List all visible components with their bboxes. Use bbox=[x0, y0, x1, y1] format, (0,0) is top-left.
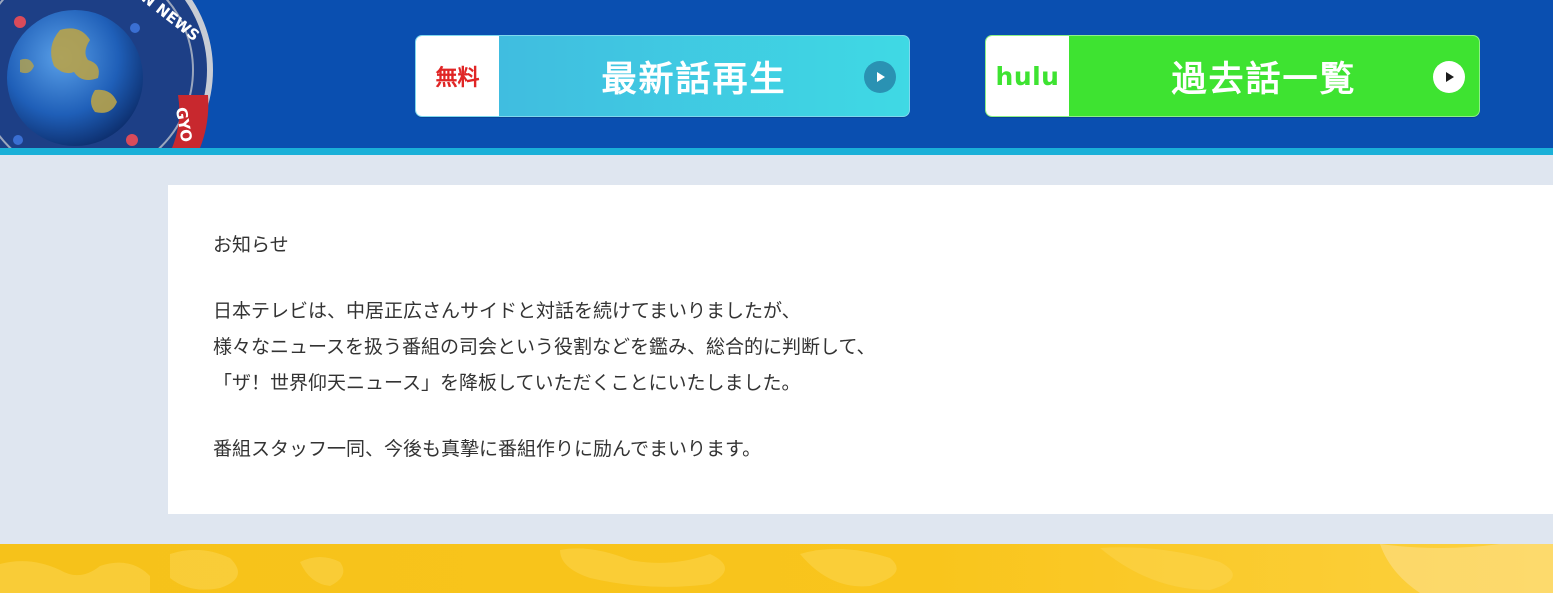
play-icon bbox=[864, 61, 896, 93]
footer-band bbox=[0, 544, 1553, 593]
notice-line: 日本テレビは、中居正広さんサイドと対話を続けてまいりましたが、 bbox=[213, 300, 801, 322]
program-logo[interactable]: N NEWS GYO bbox=[0, 0, 215, 148]
latest-episode-button[interactable]: 無料 最新話再生 bbox=[415, 35, 910, 117]
notice-line: 様々なニュースを扱う番組の司会という役割などを鑑み、総合的に判断して、 bbox=[213, 336, 876, 358]
past-episodes-button[interactable]: hulu 過去話一覧 bbox=[985, 35, 1480, 117]
globe-logo-icon: N NEWS GYO bbox=[0, 0, 213, 148]
hulu-logo: hulu bbox=[986, 36, 1069, 116]
notice-panel: お知らせ 日本テレビは、中居正広さんサイドと対話を続けてまいりましたが、 様々な… bbox=[168, 185, 1553, 514]
past-episodes-label: 過去話一覧 bbox=[1171, 59, 1357, 100]
header-divider bbox=[0, 148, 1553, 155]
notice-heading: お知らせ bbox=[213, 234, 289, 256]
world-map-decoration bbox=[0, 544, 1553, 593]
site-header: N NEWS GYO 無料 最新話再生 hulu 過去話一覧 bbox=[0, 0, 1553, 148]
free-tag: 無料 bbox=[416, 36, 499, 116]
play-icon bbox=[1433, 61, 1465, 93]
notice-line: 「ザ！世界仰天ニュース」を降板していただくことにいたしました。 bbox=[213, 372, 801, 394]
latest-episode-label: 最新話再生 bbox=[601, 59, 787, 100]
notice-line: 番組スタッフ一同、今後も真摯に番組作りに励んでまいります。 bbox=[213, 438, 762, 460]
